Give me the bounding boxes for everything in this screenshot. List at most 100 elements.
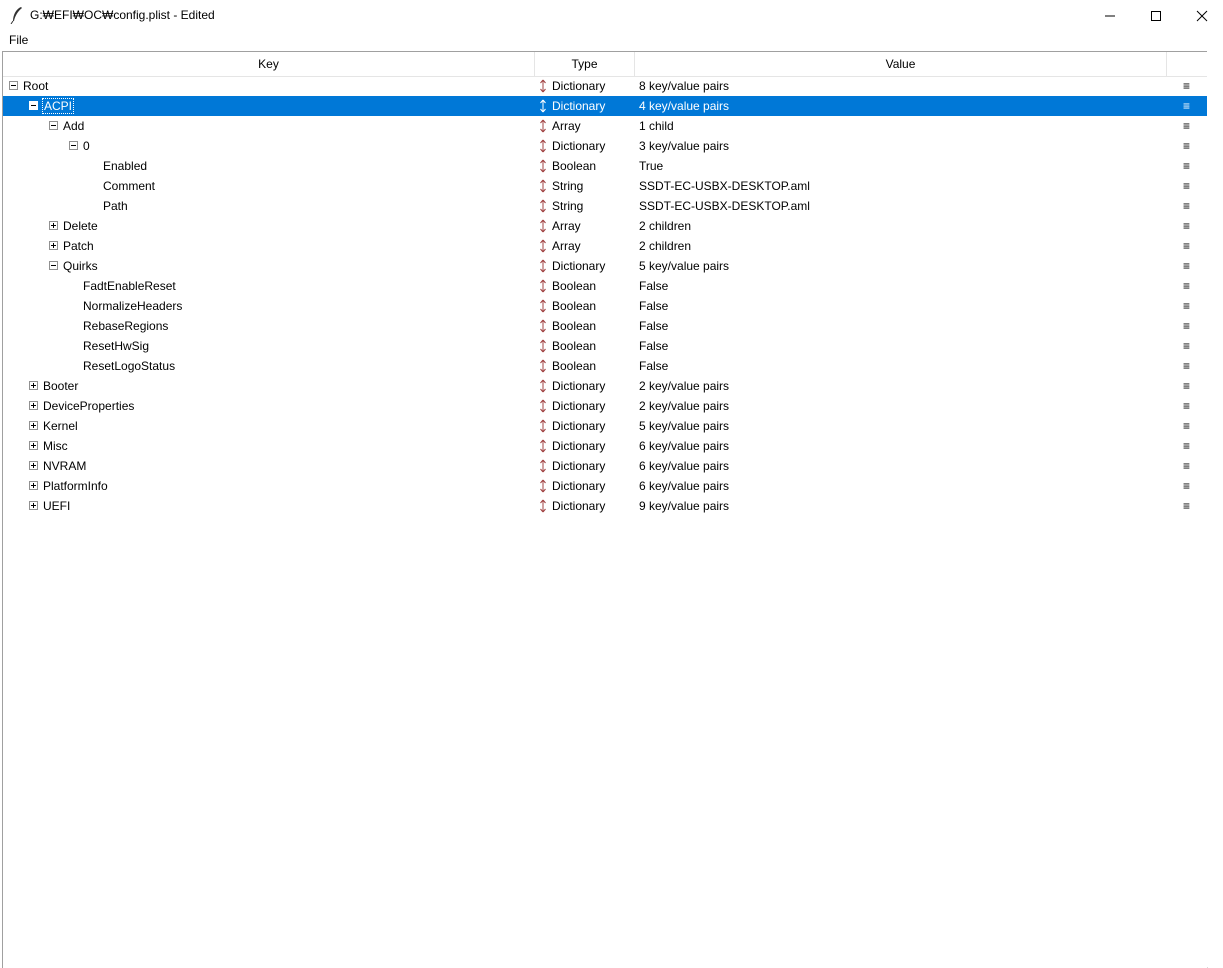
row-type[interactable]: Array [552, 236, 581, 256]
row-type[interactable]: Boolean [552, 156, 596, 176]
tree-row[interactable]: Enabled Boolean True ≡ [3, 156, 1207, 176]
updown-arrow-icon[interactable] [539, 419, 547, 433]
row-key[interactable]: FadtEnableReset [83, 276, 176, 296]
updown-arrow-icon[interactable] [539, 439, 547, 453]
updown-arrow-icon[interactable] [539, 319, 547, 333]
row-type[interactable]: Boolean [552, 356, 596, 376]
row-key[interactable]: ACPI [41, 96, 75, 116]
updown-arrow-icon[interactable] [539, 119, 547, 133]
row-menu-icon[interactable]: ≡ [1183, 196, 1190, 216]
updown-arrow-icon[interactable] [539, 479, 547, 493]
row-menu-icon[interactable]: ≡ [1183, 356, 1190, 376]
row-value[interactable]: 2 children [639, 216, 691, 236]
row-key[interactable]: Add [63, 116, 84, 136]
row-type[interactable]: Dictionary [552, 496, 605, 516]
row-menu-icon[interactable]: ≡ [1183, 216, 1190, 236]
close-button[interactable] [1179, 0, 1223, 31]
row-menu-icon[interactable]: ≡ [1183, 396, 1190, 416]
expand-icon[interactable] [29, 401, 38, 410]
row-key[interactable]: Delete [63, 216, 98, 236]
tree-row[interactable]: 0 Dictionary 3 key/value pairs ≡ [3, 136, 1207, 156]
updown-arrow-icon[interactable] [539, 379, 547, 393]
collapse-icon[interactable] [49, 261, 58, 270]
row-type[interactable]: Dictionary [552, 396, 605, 416]
minimize-button[interactable] [1087, 0, 1133, 31]
row-key[interactable]: Patch [63, 236, 94, 256]
row-type[interactable]: Dictionary [552, 456, 605, 476]
row-key[interactable]: 0 [83, 136, 90, 156]
updown-arrow-icon[interactable] [539, 279, 547, 293]
row-value[interactable]: 4 key/value pairs [639, 96, 729, 116]
row-menu-icon[interactable]: ≡ [1183, 456, 1190, 476]
row-value[interactable]: 1 child [639, 116, 674, 136]
row-value[interactable]: False [639, 296, 668, 316]
expand-icon[interactable] [29, 501, 38, 510]
row-key[interactable]: Quirks [63, 256, 98, 276]
updown-arrow-icon[interactable] [539, 99, 547, 113]
row-key[interactable]: Path [103, 196, 128, 216]
row-menu-icon[interactable]: ≡ [1183, 76, 1190, 96]
row-type[interactable]: Boolean [552, 316, 596, 336]
updown-arrow-icon[interactable] [539, 219, 547, 233]
updown-arrow-icon[interactable] [539, 339, 547, 353]
collapse-icon[interactable] [9, 81, 18, 90]
tree-row[interactable]: Path String SSDT-EC-USBX-DESKTOP.aml ≡ [3, 196, 1207, 216]
row-menu-icon[interactable]: ≡ [1183, 496, 1190, 516]
row-value[interactable]: 5 key/value pairs [639, 416, 729, 436]
row-type[interactable]: Dictionary [552, 136, 605, 156]
collapse-icon[interactable] [49, 121, 58, 130]
row-value[interactable]: 2 key/value pairs [639, 396, 729, 416]
row-menu-icon[interactable]: ≡ [1183, 476, 1190, 496]
tree-row[interactable]: UEFI Dictionary 9 key/value pairs ≡ [3, 496, 1207, 516]
expand-icon[interactable] [49, 221, 58, 230]
tree-row[interactable]: DeviceProperties Dictionary 2 key/value pa… [3, 396, 1207, 416]
updown-arrow-icon[interactable] [539, 299, 547, 313]
row-value[interactable]: False [639, 276, 668, 296]
row-type[interactable]: Dictionary [552, 376, 605, 396]
row-type[interactable]: Boolean [552, 296, 596, 316]
row-value[interactable]: 2 key/value pairs [639, 376, 729, 396]
row-key[interactable]: Comment [103, 176, 155, 196]
row-key[interactable]: PlatformInfo [43, 476, 108, 496]
row-value[interactable]: 3 key/value pairs [639, 136, 729, 156]
tree-row[interactable]: ResetLogoStatus Boolean False ≡ [3, 356, 1207, 376]
row-value[interactable]: False [639, 336, 668, 356]
row-value[interactable]: SSDT-EC-USBX-DESKTOP.aml [639, 176, 810, 196]
row-menu-icon[interactable]: ≡ [1183, 296, 1190, 316]
tree-row[interactable]: Booter Dictionary 2 key/value pairs ≡ [3, 376, 1207, 396]
updown-arrow-icon[interactable] [539, 179, 547, 193]
column-header-key[interactable]: Key [3, 52, 535, 76]
vertical-scrollbar[interactable] [1207, 51, 1223, 967]
row-value[interactable]: 8 key/value pairs [639, 76, 729, 96]
row-menu-icon[interactable]: ≡ [1183, 436, 1190, 456]
tree-row[interactable]: Comment String SSDT-EC-USBX-DESKTOP.aml ≡ [3, 176, 1207, 196]
row-menu-icon[interactable]: ≡ [1183, 336, 1190, 356]
row-key[interactable]: DeviceProperties [43, 396, 134, 416]
row-menu-icon[interactable]: ≡ [1183, 236, 1190, 256]
row-type[interactable]: Array [552, 216, 581, 236]
row-value[interactable]: 9 key/value pairs [639, 496, 729, 516]
row-value[interactable]: False [639, 356, 668, 376]
row-key[interactable]: NVRAM [43, 456, 86, 476]
row-value[interactable]: SSDT-EC-USBX-DESKTOP.aml [639, 196, 810, 216]
row-menu-icon[interactable]: ≡ [1183, 276, 1190, 296]
expand-icon[interactable] [29, 441, 38, 450]
row-value[interactable]: 5 key/value pairs [639, 256, 729, 276]
row-type[interactable]: String [552, 196, 583, 216]
row-value[interactable]: 6 key/value pairs [639, 436, 729, 456]
row-type[interactable]: String [552, 176, 583, 196]
collapse-icon[interactable] [69, 141, 78, 150]
updown-arrow-icon[interactable] [539, 259, 547, 273]
row-value[interactable]: 6 key/value pairs [639, 476, 729, 496]
row-menu-icon[interactable]: ≡ [1183, 116, 1190, 136]
row-type[interactable]: Dictionary [552, 76, 605, 96]
row-menu-icon[interactable]: ≡ [1183, 96, 1190, 116]
row-type[interactable]: Dictionary [552, 96, 605, 116]
updown-arrow-icon[interactable] [539, 139, 547, 153]
row-value[interactable]: True [639, 156, 663, 176]
row-key[interactable]: UEFI [43, 496, 70, 516]
tree-row[interactable]: Patch Array 2 children ≡ [3, 236, 1207, 256]
row-menu-icon[interactable]: ≡ [1183, 156, 1190, 176]
row-value[interactable]: False [639, 316, 668, 336]
row-menu-icon[interactable]: ≡ [1183, 176, 1190, 196]
